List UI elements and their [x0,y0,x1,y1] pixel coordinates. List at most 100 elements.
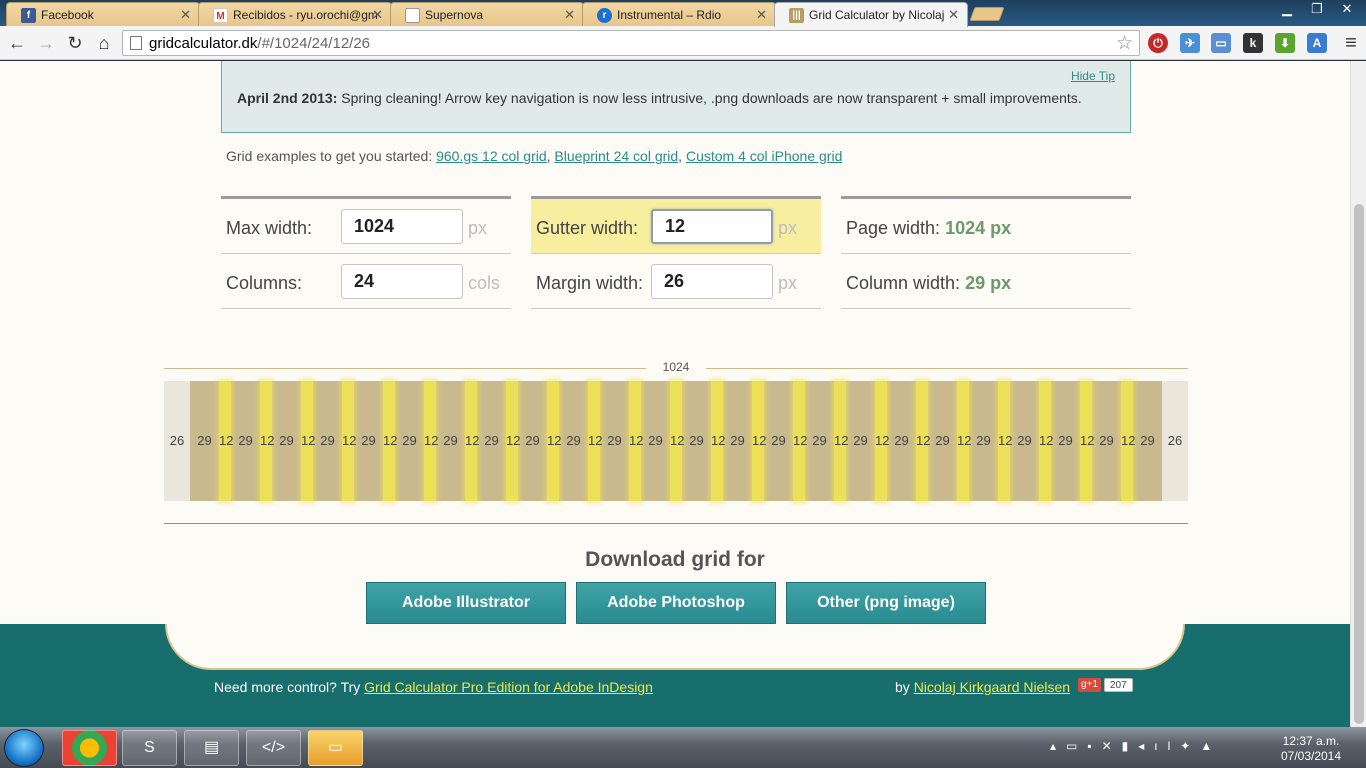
adblock-icon[interactable]: ⏻ [1148,33,1168,53]
columns-input[interactable] [341,264,463,299]
new-tab-button[interactable] [969,7,1005,21]
close-icon[interactable]: ✕ [948,7,959,23]
max-width-input[interactable] [341,209,463,244]
gutter-width-label: Gutter width: [536,218,639,238]
gmail-icon: M [213,8,228,23]
forward-icon[interactable]: → [35,32,57,54]
hide-tip-link[interactable]: Hide Tip [1071,69,1115,83]
download-extension-icon[interactable]: ⬇ [1275,33,1295,53]
tab-title: Grid Calculator by Nicolaj [809,8,945,22]
footer-by: by [895,679,914,695]
gplus-button[interactable]: g+1 [1078,678,1101,692]
system-tray[interactable]: ▴▭▪✕▮◂ıl✦▲ [1050,739,1222,753]
folder-extension-icon[interactable]: ▭ [1211,33,1231,53]
reload-icon[interactable]: ↻ [64,32,86,54]
grid-gutter: 12 [424,381,438,501]
close-window-icon[interactable]: ✕ [1332,0,1362,20]
grid-column: 29 [846,381,875,501]
tab-supernova[interactable]: Supernova ✕ [390,2,584,26]
back-icon[interactable]: ← [6,32,28,54]
grid-gutter: 12 [547,381,561,501]
sublime-taskbar-icon[interactable]: S [122,730,177,766]
max-width-label: Max width: [226,218,313,238]
tip-message: Spring cleaning! Arrow key navigation is… [337,90,1082,106]
tip-text: April 2nd 2013: Spring cleaning! Arrow k… [237,90,1082,106]
chrome-taskbar-icon[interactable] [62,730,117,766]
tab-facebook[interactable]: f Facebook ✕ [6,2,200,26]
code-editor-taskbar-icon[interactable]: </> [246,730,301,766]
home-icon[interactable]: ⌂ [93,32,115,54]
panel-gutter-margin: Gutter width: px Margin width: px [531,196,821,309]
pro-edition-link[interactable]: Grid Calculator Pro Edition for Adobe In… [364,679,653,695]
margin-width-unit: px [778,273,798,293]
margin-width-input[interactable] [651,264,773,299]
max-width-row: Max width: px [221,199,511,254]
close-icon[interactable]: ✕ [564,7,575,23]
grid-column: 29 [969,381,998,501]
margin-width-label: Margin width: [536,273,644,293]
scrollbar-thumb[interactable] [1354,204,1364,724]
grid-gutter: 12 [465,381,479,501]
page-scrollbar[interactable] [1350,61,1366,727]
page-content: Hide Tip April 2nd 2013: Spring cleaning… [0,61,1350,727]
minimize-icon[interactable]: ▁ [1272,0,1302,20]
restore-icon[interactable]: ❐ [1302,0,1332,20]
page-width-result: Page width: 1024 px [846,218,1011,239]
address-bar[interactable]: gridcalculator.dk/#/1024/24/12/26 ☆ [122,30,1140,56]
bird-extension-icon[interactable]: ✈ [1180,33,1200,53]
download-illustrator-button[interactable]: Adobe Illustrator [366,582,566,624]
grid-margin-left: 26 [164,381,190,501]
grid-gutter: 12 [629,381,643,501]
grid-preview: 26 29 12 29 12 29 12 29 12 29 12 29 12 29 12 29 12 29 12 29… [164,381,1188,501]
grid-column: 29 [559,381,588,501]
columns-row: Columns: cols [221,254,511,309]
browser-toolbar: ← → ↻ ⌂ gridcalculator.dk/#/1024/24/12/2… [0,26,1366,60]
start-button[interactable] [4,729,44,767]
window-controls: ▁ ❐ ✕ [1272,0,1362,20]
tab-gmail[interactable]: M Recibidos - ryu.orochi@gm ✕ [198,2,392,26]
example-blueprint-link[interactable]: Blueprint 24 col grid [554,148,678,164]
tab-title: Facebook [41,8,94,22]
example-iphone-link[interactable]: Custom 4 col iPhone grid [686,148,842,164]
grid-gutter: 12 [957,381,971,501]
bookmark-star-icon[interactable]: ☆ [1116,32,1133,55]
close-icon[interactable]: ✕ [756,7,767,23]
download-png-button[interactable]: Other (png image) [786,582,986,624]
tab-rdio[interactable]: r Instrumental – Rdio ✕ [582,2,776,26]
footer-author: by Nicolaj Kirkgaard Nielsen [895,679,1070,695]
grid-gutter: 12 [301,381,315,501]
grid-column: 29 [272,381,301,501]
column-width-label: Column width: [846,273,966,293]
example-960gs-link[interactable]: 960.gs 12 col grid [436,148,547,164]
examples-intro: Grid examples to get you started: [226,148,437,164]
gutter-width-input[interactable] [651,209,773,244]
grid-gutter: 12 [875,381,889,501]
grid-column: 29 [477,381,506,501]
columns-label: Columns: [226,273,303,293]
grid-gutter: 12 [506,381,520,501]
divider [164,523,1188,524]
panel-results: Page width: 1024 px Column width: 29 px [841,196,1131,309]
menu-icon[interactable]: ≡ [1340,32,1362,54]
author-link[interactable]: Nicolaj Kirkgaard Nielsen [914,679,1070,695]
max-width-unit: px [468,218,488,238]
k-extension-icon[interactable]: k [1243,33,1263,53]
grid-column: 29 [887,381,916,501]
total-width-label: 1024 [646,360,706,376]
folder-taskbar-icon[interactable]: ▭ [308,730,363,766]
grid-gutter: 12 [260,381,274,501]
tab-grid-calculator[interactable]: ||| Grid Calculator by Nicolaj ✕ [774,2,968,27]
explorer-taskbar-icon[interactable]: ▤ [184,730,239,766]
grid-column: 29 [518,381,547,501]
clock[interactable]: 12:37 a.m. 07/03/2014 [1276,734,1346,764]
close-icon[interactable]: ✕ [180,7,191,23]
grid-gutter: 12 [219,381,233,501]
grid-column: 29 [723,381,752,501]
translate-extension-icon[interactable]: A [1307,33,1327,53]
download-photoshop-button[interactable]: Adobe Photoshop [576,582,776,624]
close-icon[interactable]: ✕ [372,7,383,23]
grid-gutter: 12 [670,381,684,501]
browser-tabstrip: f Facebook ✕ M Recibidos - ryu.orochi@gm… [0,0,1366,27]
page-icon [130,36,142,50]
grid-column: 29 [641,381,670,501]
